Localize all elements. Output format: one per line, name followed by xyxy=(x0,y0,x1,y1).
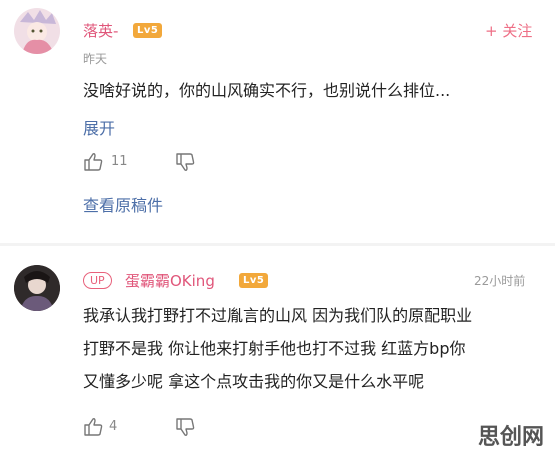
dislike-button[interactable] xyxy=(175,152,197,174)
avatar-image xyxy=(14,8,60,54)
timestamp: 22小时前 xyxy=(474,274,526,288)
dislike-button[interactable] xyxy=(175,417,197,439)
follow-button[interactable]: + 关注 xyxy=(485,20,532,41)
comment-text: 我承认我打野打不过胤言的山风 因为我们队的原配职业 打野不是我 你让他来打射手他… xyxy=(83,302,472,401)
divider xyxy=(0,243,555,246)
username[interactable]: 落英- xyxy=(83,20,118,41)
thumbs-down-icon xyxy=(176,153,195,171)
expand-link[interactable]: 展开 xyxy=(83,115,115,139)
like-button[interactable]: 4 xyxy=(83,416,123,438)
level-badge: Lv5 xyxy=(239,273,269,288)
comment-line: 打野不是我 你让他来打射手他也打不过我 红蓝方bp你 xyxy=(83,339,466,358)
username[interactable]: 蛋霸霸OKing xyxy=(125,270,215,291)
avatar[interactable] xyxy=(14,8,60,54)
comment-line: 又懂多少呢 拿这个点攻击我的你又是什么水平呢 xyxy=(83,372,425,391)
comment-line: 我承认我打野打不过胤言的山风 因为我们队的原配职业 xyxy=(83,306,473,325)
thumbs-up-icon xyxy=(84,153,103,171)
timestamp: 昨天 xyxy=(83,52,108,66)
thumbs-down-icon xyxy=(176,418,195,436)
thumbs-up-icon xyxy=(84,418,103,436)
like-count: 4 xyxy=(109,419,118,434)
avatar[interactable] xyxy=(14,265,60,311)
watermark: 思创网 xyxy=(478,424,545,450)
comment-text: 没啥好说的，你的山风确实不行，也别说什么排位... xyxy=(83,81,451,100)
avatar-image xyxy=(14,265,60,311)
like-count: 11 xyxy=(111,154,128,169)
like-button[interactable]: 11 xyxy=(83,151,128,173)
up-tag: UP xyxy=(83,272,112,289)
level-badge: Lv5 xyxy=(133,23,163,38)
view-original-link[interactable]: 查看原稿件 xyxy=(83,192,163,216)
